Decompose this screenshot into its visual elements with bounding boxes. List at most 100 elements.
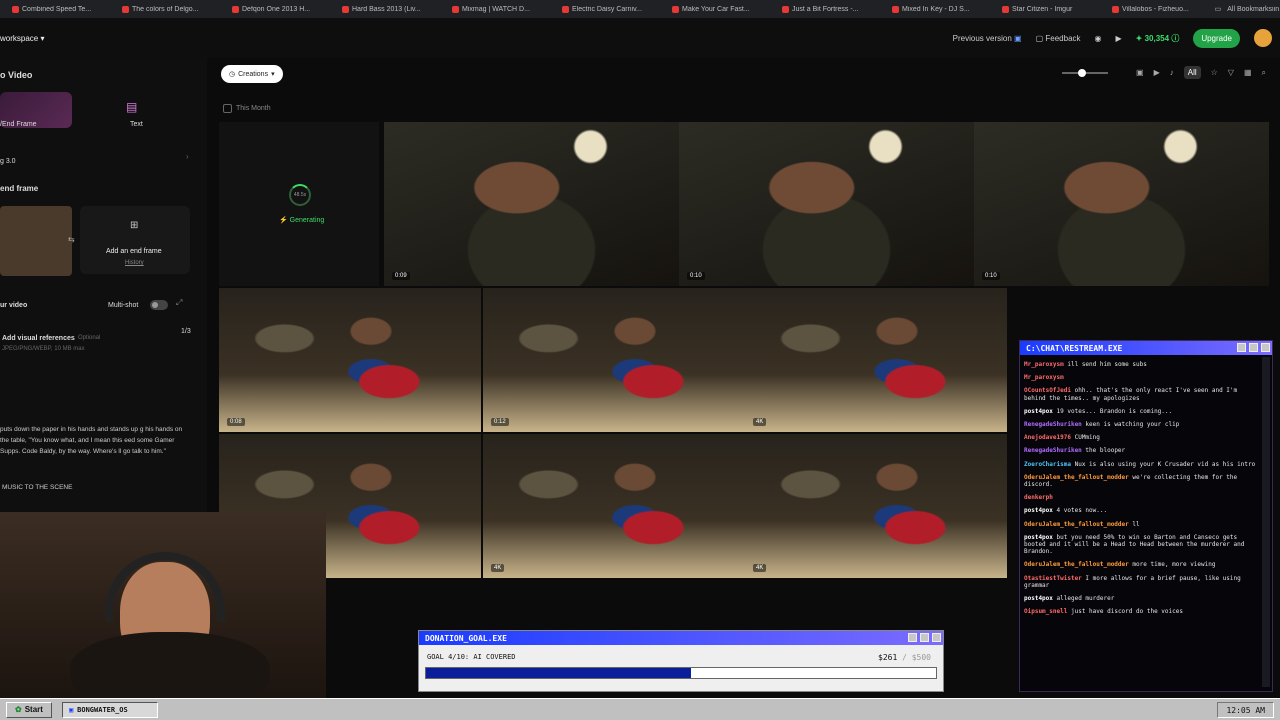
previous-version-button[interactable]: Previous version ▣ (953, 34, 1022, 43)
upgrade-button[interactable]: Upgrade (1193, 28, 1240, 48)
this-month-filter[interactable]: This Month (223, 104, 271, 113)
add-references-label[interactable]: Add visual references (2, 335, 75, 342)
chat-username[interactable]: denkerph (1024, 494, 1053, 501)
start-button[interactable]: ✿ Start (6, 701, 52, 718)
chat-message: OderuJalem_the_fallout_modder we're coll… (1024, 474, 1262, 488)
video-tile[interactable]: 4K (745, 288, 1007, 432)
chat-text: 4 votes now... (1056, 507, 1108, 515)
image-filter-icon[interactable]: ▣ (1136, 68, 1144, 77)
video-filter-icon[interactable]: ▶ (1154, 68, 1160, 77)
chat-username[interactable]: OderuJalem_the_fallout_modder (1024, 521, 1129, 528)
video-tile[interactable]: 4K (745, 434, 1007, 578)
workspace-selector[interactable]: workspace ▾ (0, 34, 45, 43)
bookmark-item[interactable]: Make Your Car Fast... (672, 5, 764, 13)
creations-dropdown[interactable]: ◷ Creations ▾ (221, 65, 283, 83)
audio-filter-icon[interactable]: ♪ (1170, 68, 1174, 77)
start-icon: ✿ (15, 705, 22, 714)
minimize-icon[interactable] (1237, 343, 1246, 352)
chat-text: keen is watching your clip (1085, 421, 1180, 429)
folder-icon: ▭ (1214, 6, 1222, 13)
all-bookmarks[interactable]: ▭ All Bookmarks (1206, 0, 1272, 18)
chat-username[interactable]: OCountsOfJedi (1024, 387, 1071, 394)
video-thumbnail (483, 288, 745, 432)
close-icon[interactable] (932, 633, 941, 642)
generating-text: Generating (289, 217, 325, 224)
taskbar-window-button[interactable]: ▣ BONGWATER_OS (61, 701, 158, 718)
chat-username[interactable]: RenegadeShuriken (1024, 447, 1082, 454)
checkbox-icon[interactable] (223, 104, 232, 113)
history-icon: ◷ (229, 71, 236, 78)
chat-username[interactable]: Anejodave1976 (1024, 434, 1071, 441)
bookmark-item[interactable]: Electric Daisy Carniv... (562, 5, 654, 13)
chat-message: Anejodave1976 CUMming (1024, 434, 1262, 441)
feedback-button[interactable]: ▢ Feedback (1036, 34, 1081, 43)
close-icon[interactable] (1261, 343, 1270, 352)
chevron-down-icon: ▾ (40, 33, 45, 43)
bookmark-item[interactable]: Combined Speed Te... (12, 5, 104, 13)
swap-icon[interactable]: ⇆ (68, 235, 75, 244)
bookmark-item[interactable]: Star Citizen - Imgur (1002, 5, 1094, 13)
chat-username[interactable]: RenegadeShuriken (1024, 421, 1082, 428)
bookmark-label: Defqon One 2013 H... (242, 5, 311, 13)
video-tile[interactable]: 4K (483, 434, 745, 578)
chat-username[interactable]: ZoeroCharisma (1024, 461, 1071, 468)
chat-username[interactable]: Mr_paroxysm (1024, 361, 1064, 368)
chat-username[interactable]: post4pox (1024, 507, 1053, 514)
tab-text-label[interactable]: Text (130, 121, 143, 128)
avatar[interactable] (1254, 29, 1272, 47)
chat-text: 19 votes... Brandon is coming... (1056, 407, 1173, 415)
chevron-right-icon: › (186, 152, 189, 161)
all-bookmarks-label: All Bookmarks (1227, 5, 1272, 13)
chat-scrollbar[interactable] (1262, 357, 1270, 687)
bookmark-item[interactable]: Defqon One 2013 H... (232, 5, 324, 13)
chat-username[interactable]: OderuJalem_the_fallout_modder (1024, 561, 1129, 568)
chat-username[interactable]: post4pox (1024, 408, 1053, 415)
tab-start-end-frame-label: /End Frame (0, 121, 37, 128)
bookmark-item[interactable]: Hard Bass 2013 (Liv... (342, 5, 434, 13)
maximize-icon[interactable] (1249, 343, 1258, 352)
grid-icon[interactable]: ▦ (1244, 68, 1252, 77)
bookmark-label: Electric Daisy Carniv... (572, 5, 642, 13)
multishot-label: Multi-shot (108, 302, 139, 309)
chat-username[interactable]: post4pox (1024, 595, 1053, 602)
chat-username[interactable]: Oipsum_snell (1024, 608, 1067, 615)
chat-username[interactable]: post4pox (1024, 534, 1053, 541)
chat-text: just have discord do the voices (1070, 608, 1183, 616)
zoom-slider[interactable] (1062, 68, 1109, 77)
donation-title: DONATION_GOAL.EXE (425, 633, 507, 643)
video-duration: 4K (491, 564, 505, 572)
video-tile[interactable]: 0:12 (483, 288, 745, 432)
chat-message: OCountsOfJedi ohh.. that's the only reac… (1024, 387, 1262, 401)
video-tile[interactable]: 0:10 (679, 122, 974, 286)
bookmark-item[interactable]: Villalobos - Fizheuo... (1112, 5, 1204, 13)
filter-icon[interactable]: ▽ (1228, 68, 1234, 77)
filter-all[interactable]: All (1183, 66, 1201, 79)
bookmark-item[interactable]: Just a Bit Fortress -... (782, 5, 874, 13)
chat-username[interactable]: Mr_paroxysm (1024, 374, 1064, 381)
chat-username[interactable]: OtastiestTwister (1024, 575, 1082, 582)
chat-username[interactable]: OderuJalem_the_fallout_modder (1024, 474, 1129, 481)
video-tile[interactable]: 0:08 (219, 288, 481, 432)
add-end-frame-button[interactable]: ⊞ Add an end frame History (80, 206, 190, 274)
star-icon[interactable]: ☆ (1211, 68, 1218, 77)
multishot-toggle[interactable] (150, 300, 168, 310)
bookmark-item[interactable]: Mixed In Key - DJ S... (892, 5, 984, 13)
prompt-text[interactable]: puts down the paper in his hands and sta… (0, 424, 190, 457)
start-frame-thumb[interactable] (0, 206, 72, 276)
discord-icon[interactable]: ◉ (1095, 34, 1102, 43)
maximize-icon[interactable] (920, 633, 929, 642)
chat-message: Oipsum_snell just have discord do the vo… (1024, 608, 1262, 615)
history-link[interactable]: History (125, 260, 144, 266)
minimize-icon[interactable] (908, 633, 917, 642)
credits-display[interactable]: ✦ 30,354 ⓘ (1136, 33, 1180, 44)
expand-icon[interactable]: ⤢ (176, 298, 182, 308)
video-tile[interactable]: 0:10 (974, 122, 1269, 286)
bookmark-item[interactable]: Mixmag | WATCH D... (452, 5, 544, 13)
model-selector[interactable]: g 3.0 (0, 158, 16, 165)
video-tile[interactable]: 0:09 (384, 122, 679, 286)
zoom-slider-handle[interactable] (1078, 68, 1087, 77)
youtube-icon[interactable]: ▶ (1116, 34, 1122, 43)
search-icon[interactable]: ⌕ (1262, 68, 1266, 78)
bookmark-label: The colors of Delgo... (132, 5, 199, 13)
bookmark-item[interactable]: The colors of Delgo... (122, 5, 214, 13)
